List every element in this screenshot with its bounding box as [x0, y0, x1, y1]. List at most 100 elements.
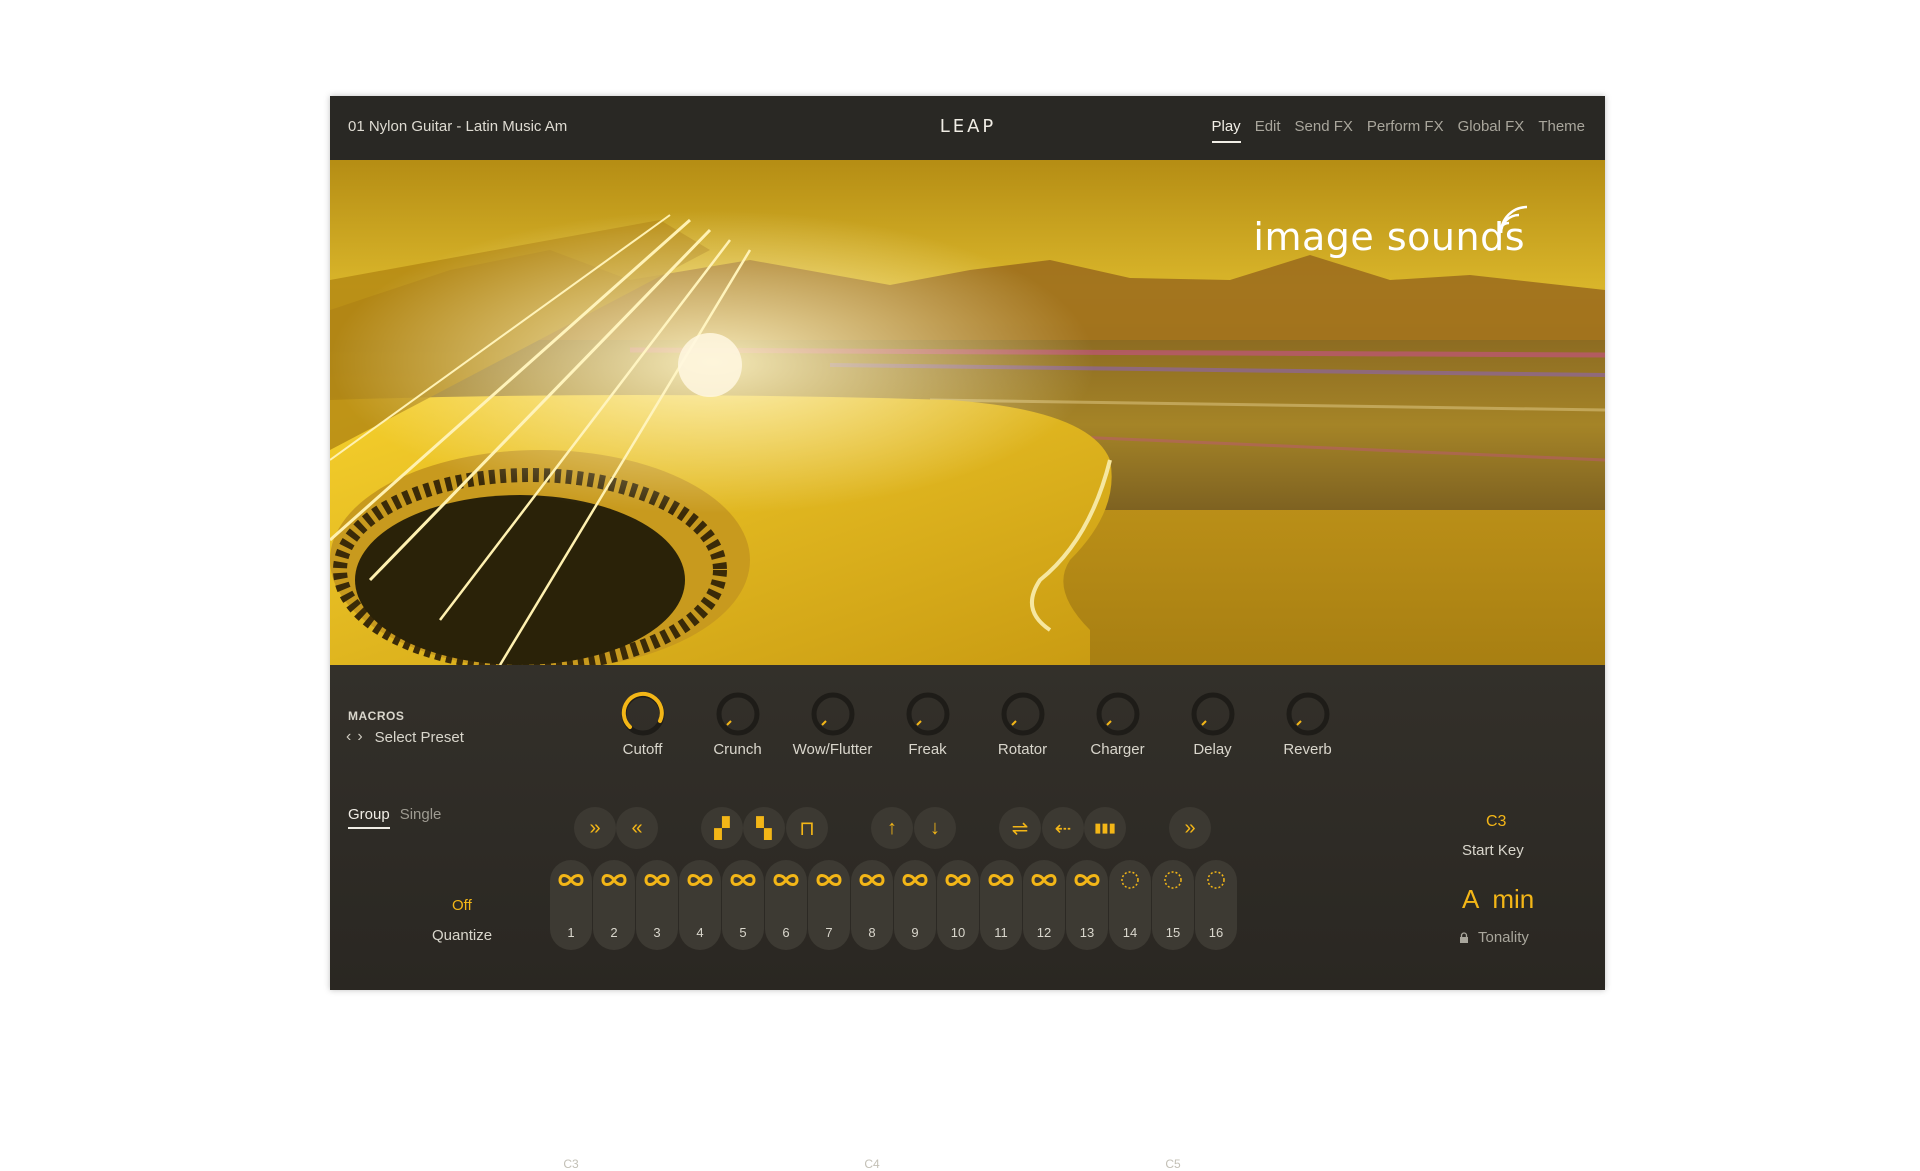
loop-icon	[687, 874, 713, 886]
pad-number: 8	[868, 925, 876, 940]
leap-logo: LEAP	[940, 116, 997, 137]
knob-label: Rotator	[997, 741, 1048, 758]
loop-icon	[945, 874, 971, 886]
fast-forward-button[interactable]: »	[574, 807, 616, 849]
preset-artwork: image sounds	[330, 160, 1605, 665]
note-label-c3: C3	[563, 1157, 579, 1171]
knob-crunch[interactable]: Crunch	[690, 691, 785, 758]
pad-number: 12	[1036, 925, 1052, 940]
preset-name[interactable]: 01 Nylon Guitar - Latin Music Am	[348, 118, 567, 135]
pad[interactable]: 11	[980, 860, 1022, 950]
note-label-c4: C4	[864, 1157, 880, 1171]
pad-number: 6	[782, 925, 790, 940]
pad-number: 1	[567, 925, 575, 940]
image-sounds-logo: image sounds	[1253, 215, 1525, 259]
knob-dial-icon	[811, 692, 854, 736]
waveform-icon: ⊓	[799, 817, 815, 840]
loop-icon	[1074, 874, 1100, 886]
knob-dial-icon	[716, 692, 759, 736]
pad[interactable]: 3	[636, 860, 678, 950]
pad[interactable]: 2	[593, 860, 635, 950]
pattern-a-icon: ▞	[714, 817, 730, 840]
pattern-a-button[interactable]: ▞	[701, 807, 743, 849]
dotted-arrow-button[interactable]: ⇠	[1042, 807, 1084, 849]
tab-global-fx[interactable]: Global FX	[1458, 118, 1525, 143]
pad[interactable]: 9	[894, 860, 936, 950]
swap-button[interactable]: ⇌	[999, 807, 1041, 849]
knob-delay[interactable]: Delay	[1165, 691, 1260, 758]
pad[interactable]: 6	[765, 860, 807, 950]
tonality-label: Tonality	[1478, 929, 1529, 946]
pattern-b-button[interactable]: ▚	[743, 807, 785, 849]
knob-dial-icon	[906, 692, 949, 736]
swap-icon: ⇌	[1011, 817, 1029, 840]
start-key-label: Start Key	[1462, 842, 1524, 859]
loop-icon	[816, 874, 842, 886]
arrow-down-button[interactable]: ↓	[914, 807, 956, 849]
knob-dial-icon	[1286, 692, 1329, 736]
knob-dial-icon	[621, 691, 664, 736]
leap-plugin-window: 01 Nylon Guitar - Latin Music Am LEAP Pl…	[330, 96, 1605, 1171]
dotted-arrow-icon: ⇠	[1054, 817, 1072, 840]
pad[interactable]: 5	[722, 860, 764, 950]
pad-number: 15	[1165, 925, 1181, 940]
pad[interactable]: 13	[1066, 860, 1108, 950]
select-preset-button[interactable]: Select Preset	[375, 729, 464, 746]
chevron-right-icon[interactable]: ›	[357, 728, 362, 746]
pad[interactable]: 7	[808, 860, 850, 950]
pad[interactable]: 12	[1023, 860, 1065, 950]
quantize-value[interactable]: Off	[452, 897, 472, 914]
macro-knobs: Cutoff Crunch Wow/Flutter Freak Rotator …	[595, 691, 1355, 758]
pad[interactable]: 15	[1152, 860, 1194, 950]
tab-play[interactable]: Play	[1211, 118, 1241, 143]
pad[interactable]: 4	[679, 860, 721, 950]
tab-send-fx[interactable]: Send FX	[1295, 118, 1353, 143]
start-key-value[interactable]: C3	[1486, 813, 1506, 831]
bars-button[interactable]: ▮▮▮	[1084, 807, 1126, 849]
oneshot-icon	[1121, 871, 1139, 889]
pad[interactable]: 10	[937, 860, 979, 950]
svg-text:LEAP: LEAP	[940, 116, 997, 137]
pad-number: 16	[1208, 925, 1224, 940]
knob-dial-icon	[1096, 692, 1139, 736]
loop-icon	[773, 874, 799, 886]
pattern-b-icon: ▚	[756, 817, 772, 840]
waveform-button[interactable]: ⊓	[786, 807, 828, 849]
macro-preset-nav: ‹ › Select Preset	[346, 728, 464, 746]
pad[interactable]: 14	[1109, 860, 1151, 950]
oneshot-icon	[1164, 871, 1182, 889]
fast-forward-button-2[interactable]: »	[1169, 807, 1211, 849]
loop-icon	[1031, 874, 1057, 886]
loop-icon	[988, 874, 1014, 886]
knob-reverb[interactable]: Reverb	[1260, 691, 1355, 758]
knob-rotator[interactable]: Rotator	[975, 691, 1070, 758]
pad-number: 14	[1122, 925, 1138, 940]
loop-icon	[601, 874, 627, 886]
chevron-left-icon[interactable]: ‹	[346, 728, 351, 746]
bars-icon: ▮▮▮	[1094, 820, 1116, 835]
lock-icon[interactable]	[1458, 931, 1470, 944]
pad[interactable]: 8	[851, 860, 893, 950]
arrow-up-button[interactable]: ↑	[871, 807, 913, 849]
knob-label: Cutoff	[622, 741, 663, 758]
pattern-actions: » « ▞ ▚ ⊓ ↑ ↓ ⇌ ⇠ ▮▮▮ »	[330, 807, 1605, 851]
fast-forward-icon: »	[589, 816, 601, 839]
loop-icon	[558, 874, 584, 886]
knob-wow-flutter[interactable]: Wow/Flutter	[785, 691, 880, 758]
tab-edit[interactable]: Edit	[1255, 118, 1281, 143]
knob-cutoff[interactable]: Cutoff	[595, 691, 690, 758]
sound-waves-icon	[1497, 205, 1527, 234]
tab-perform-fx[interactable]: Perform FX	[1367, 118, 1444, 143]
knob-charger[interactable]: Charger	[1070, 691, 1165, 758]
tonality-value[interactable]: A min	[1462, 884, 1534, 915]
knob-freak[interactable]: Freak	[880, 691, 975, 758]
play-panel: MACROS ‹ › Select Preset Cutoff Crunch W…	[330, 665, 1605, 1171]
loop-icon	[644, 874, 670, 886]
rewind-button[interactable]: «	[616, 807, 658, 849]
pad-number: 13	[1079, 925, 1095, 940]
pad[interactable]: 16	[1195, 860, 1237, 950]
tab-theme[interactable]: Theme	[1538, 118, 1585, 143]
main-nav: Play Edit Send FX Perform FX Global FX T…	[1211, 118, 1585, 143]
pad[interactable]: 1	[550, 860, 592, 950]
knob-label: Charger	[1090, 741, 1145, 758]
